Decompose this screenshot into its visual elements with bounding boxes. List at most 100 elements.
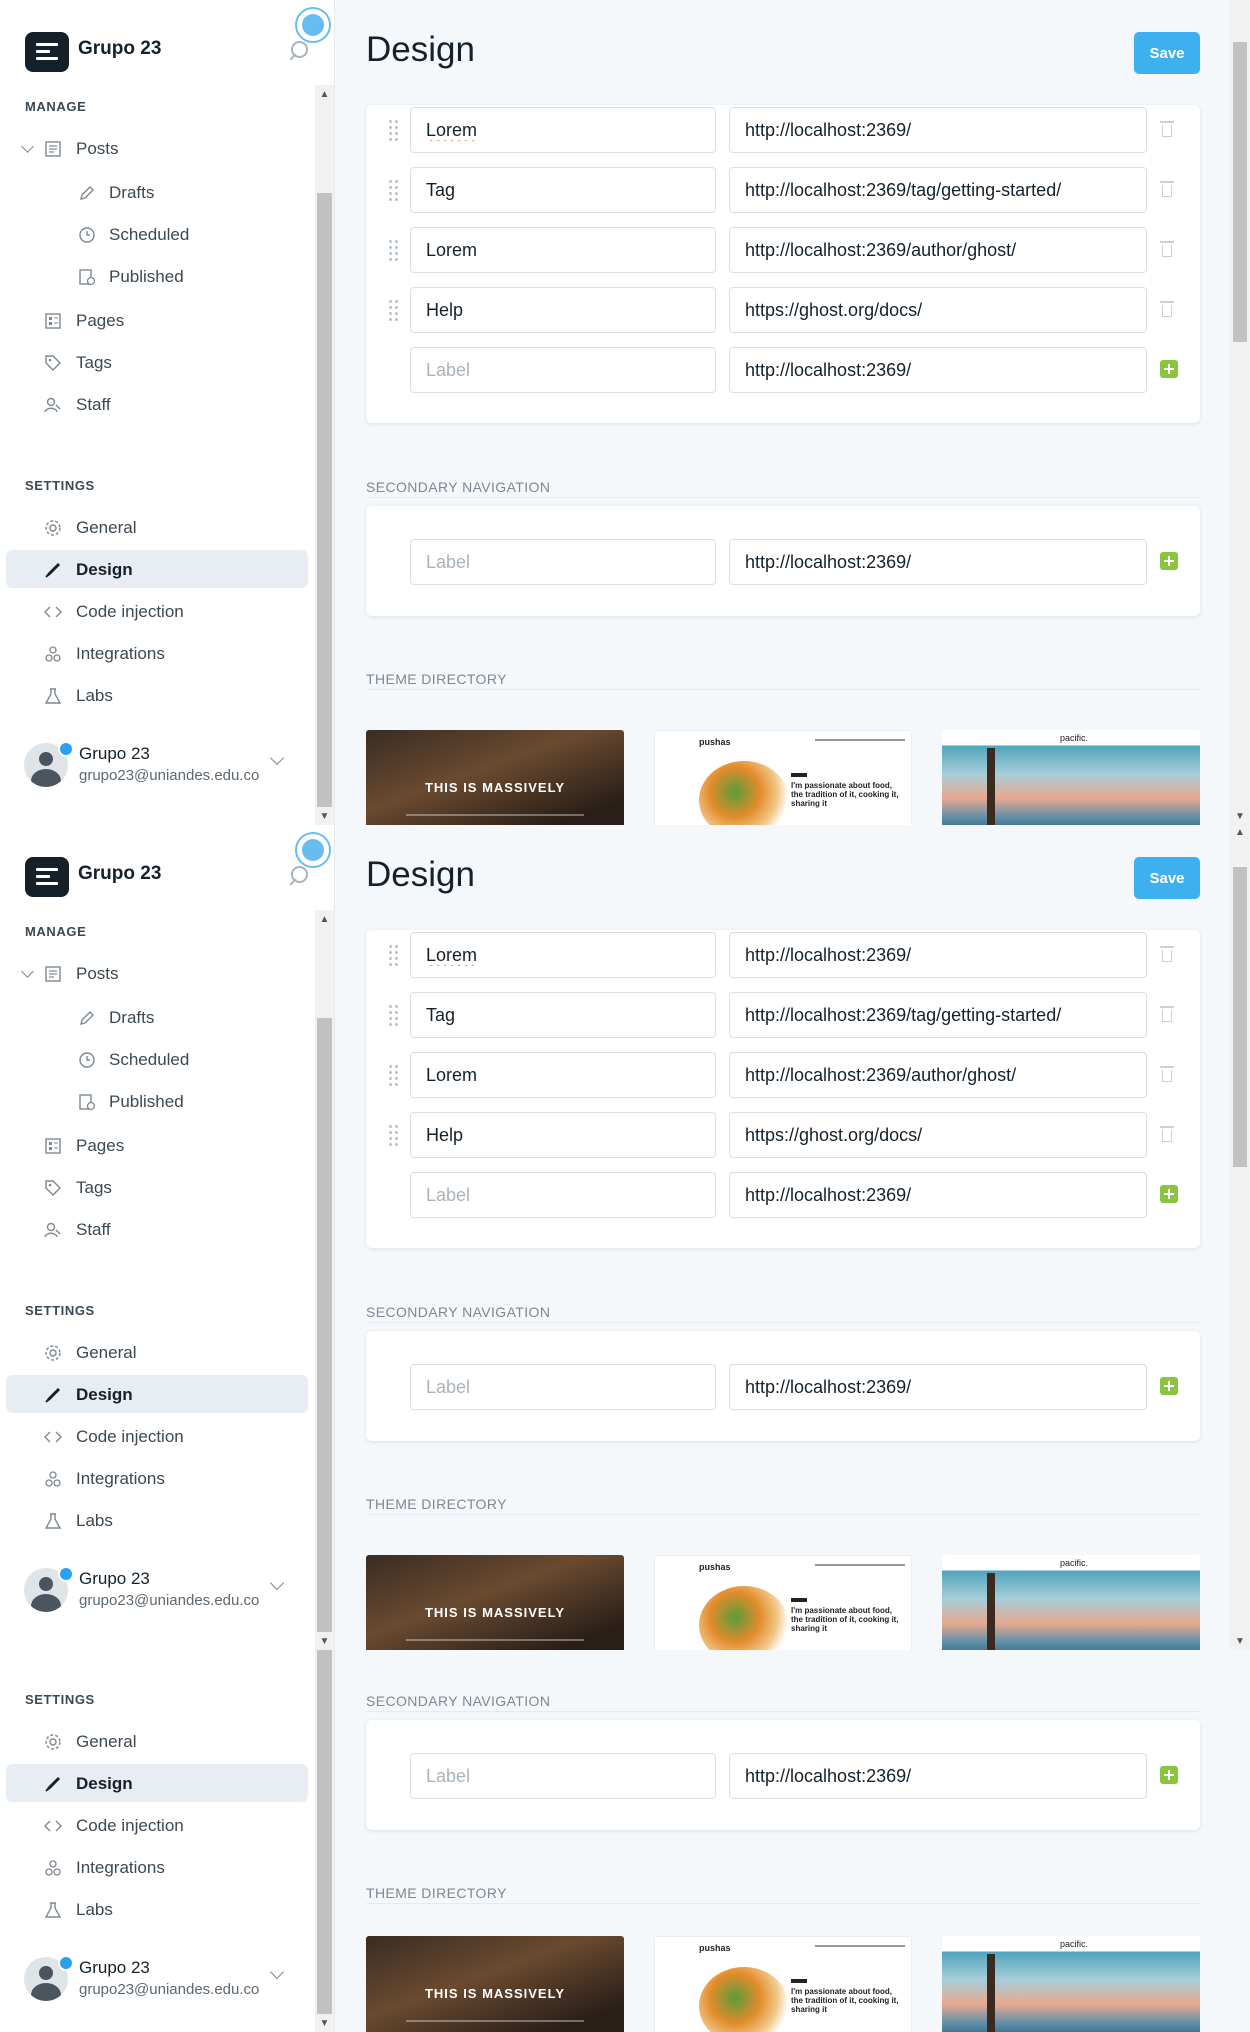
new-nav-url-input[interactable] [729, 347, 1147, 393]
drag-handle-icon[interactable] [389, 1065, 399, 1086]
new-nav-label-input[interactable] [410, 1364, 716, 1410]
new-nav-label-input[interactable] [410, 347, 716, 393]
chevron-down-icon[interactable] [269, 1964, 285, 1980]
nav-url-input[interactable] [729, 992, 1147, 1038]
sidebar-item-design[interactable]: Design [6, 550, 308, 588]
sidebar-item-posts[interactable]: Posts [6, 129, 308, 167]
add-icon[interactable] [1160, 552, 1178, 570]
user-menu[interactable]: Grupo 23 grupo23@uniandes.edu.co [0, 735, 315, 795]
trash-icon[interactable] [1160, 1126, 1174, 1143]
sidebar-item-tags[interactable]: Tags [6, 1168, 308, 1206]
sidebar-scrollbar[interactable]: ▼ [315, 1650, 334, 2032]
theme-casper[interactable]: THIS IS MASSIVELY [366, 1555, 624, 1650]
sidebar-item-pages[interactable]: Pages [6, 301, 308, 339]
site-title[interactable]: Grupo 23 [78, 38, 161, 60]
theme-edition[interactable]: pushas I'm passionate about food, the tra… [654, 1555, 912, 1650]
theme-pacific[interactable]: pacific. [942, 1555, 1200, 1650]
sidebar-item-labs[interactable]: Labs [6, 1501, 308, 1539]
drag-handle-icon[interactable] [389, 1125, 399, 1146]
theme-casper[interactable]: THIS IS MASSIVELY [366, 1936, 624, 2032]
new-nav-label-input[interactable] [410, 1753, 716, 1799]
chevron-down-icon[interactable] [269, 1575, 285, 1591]
new-nav-url-input[interactable] [729, 1753, 1147, 1799]
new-nav-url-input[interactable] [729, 1364, 1147, 1410]
save-button[interactable]: Save [1134, 857, 1200, 899]
user-menu[interactable]: Grupo 23 grupo23@uniandes.edu.co [0, 1949, 315, 2009]
new-nav-url-input[interactable] [729, 1172, 1147, 1218]
drag-handle-icon[interactable] [389, 300, 399, 321]
theme-pacific[interactable]: pacific. [942, 730, 1200, 825]
sidebar-item-tags[interactable]: Tags [6, 343, 308, 381]
sidebar-item-pages[interactable]: Pages [6, 1126, 308, 1164]
sidebar-scrollbar[interactable]: ▲ ▼ [315, 910, 334, 1650]
add-icon[interactable] [1160, 1377, 1178, 1395]
main-scrollbar[interactable]: ▼ [1230, 0, 1250, 825]
sidebar-item-published[interactable]: Published [6, 1082, 308, 1120]
add-icon[interactable] [1160, 360, 1178, 378]
sidebar-item-scheduled[interactable]: Scheduled [6, 1040, 308, 1078]
trash-icon[interactable] [1160, 946, 1174, 963]
add-icon[interactable] [1160, 1185, 1178, 1203]
nav-label-input[interactable] [410, 1112, 716, 1158]
nav-url-input[interactable] [729, 227, 1147, 273]
sidebar-item-design[interactable]: Design [6, 1764, 308, 1802]
sidebar-item-staff[interactable]: Staff [6, 1210, 308, 1248]
sidebar-item-general[interactable]: General [6, 1333, 308, 1371]
trash-icon[interactable] [1160, 1006, 1174, 1023]
trash-icon[interactable] [1160, 181, 1174, 198]
sidebar-item-staff[interactable]: Staff [6, 385, 308, 423]
theme-pacific[interactable]: pacific. [942, 1936, 1200, 2032]
sidebar-item-labs[interactable]: Labs [6, 676, 308, 714]
new-nav-label-input[interactable] [410, 1172, 716, 1218]
nav-label-input[interactable] [410, 107, 716, 153]
trash-icon[interactable] [1160, 241, 1174, 258]
sidebar-item-posts[interactable]: Posts [6, 954, 308, 992]
site-title[interactable]: Grupo 23 [78, 863, 161, 885]
main-scrollbar[interactable]: ▲ ▼ [1230, 825, 1250, 1650]
new-nav-url-input[interactable] [729, 539, 1147, 585]
trash-icon[interactable] [1160, 1066, 1174, 1083]
sidebar-item-published[interactable]: Published [6, 257, 308, 295]
drag-handle-icon[interactable] [389, 240, 399, 261]
theme-edition[interactable]: pushas I'm passionate about food, the tra… [654, 730, 912, 825]
nav-label-input[interactable] [410, 932, 716, 978]
nav-label-input[interactable] [410, 992, 716, 1038]
theme-edition[interactable]: pushas I'm passionate about food, the tra… [654, 1936, 912, 2032]
chevron-down-icon[interactable] [21, 965, 34, 978]
sidebar-item-drafts[interactable]: Drafts [6, 998, 308, 1036]
site-logo[interactable] [25, 32, 69, 72]
theme-casper[interactable]: THIS IS MASSIVELY [366, 730, 624, 825]
drag-handle-icon[interactable] [389, 180, 399, 201]
user-menu[interactable]: Grupo 23 grupo23@uniandes.edu.co [0, 1560, 315, 1620]
trash-icon[interactable] [1160, 121, 1174, 138]
sidebar-item-design[interactable]: Design [6, 1375, 308, 1413]
nav-label-input[interactable] [410, 227, 716, 273]
sidebar-item-code-injection[interactable]: Code injection [6, 1417, 308, 1455]
chevron-down-icon[interactable] [269, 750, 285, 766]
sidebar-item-integrations[interactable]: Integrations [6, 1459, 308, 1497]
nav-url-input[interactable] [729, 1112, 1147, 1158]
sidebar-item-code-injection[interactable]: Code injection [6, 592, 308, 630]
nav-label-input[interactable] [410, 167, 716, 213]
sidebar-item-drafts[interactable]: Drafts [6, 173, 308, 211]
sidebar-item-integrations[interactable]: Integrations [6, 634, 308, 672]
drag-handle-icon[interactable] [389, 945, 399, 966]
add-icon[interactable] [1160, 1766, 1178, 1784]
save-button[interactable]: Save [1134, 32, 1200, 74]
sidebar-item-general[interactable]: General [6, 508, 308, 546]
nav-url-input[interactable] [729, 1052, 1147, 1098]
nav-url-input[interactable] [729, 107, 1147, 153]
sidebar-item-code-injection[interactable]: Code injection [6, 1806, 308, 1844]
sidebar-item-integrations[interactable]: Integrations [6, 1848, 308, 1886]
chevron-down-icon[interactable] [21, 140, 34, 153]
nav-url-input[interactable] [729, 932, 1147, 978]
sidebar-scrollbar[interactable]: ▲ ▼ [315, 85, 334, 825]
nav-url-input[interactable] [729, 167, 1147, 213]
drag-handle-icon[interactable] [389, 120, 399, 141]
nav-label-input[interactable] [410, 1052, 716, 1098]
nav-label-input[interactable] [410, 287, 716, 333]
new-nav-label-input[interactable] [410, 539, 716, 585]
sidebar-item-labs[interactable]: Labs [6, 1890, 308, 1928]
drag-handle-icon[interactable] [389, 1005, 399, 1026]
nav-url-input[interactable] [729, 287, 1147, 333]
